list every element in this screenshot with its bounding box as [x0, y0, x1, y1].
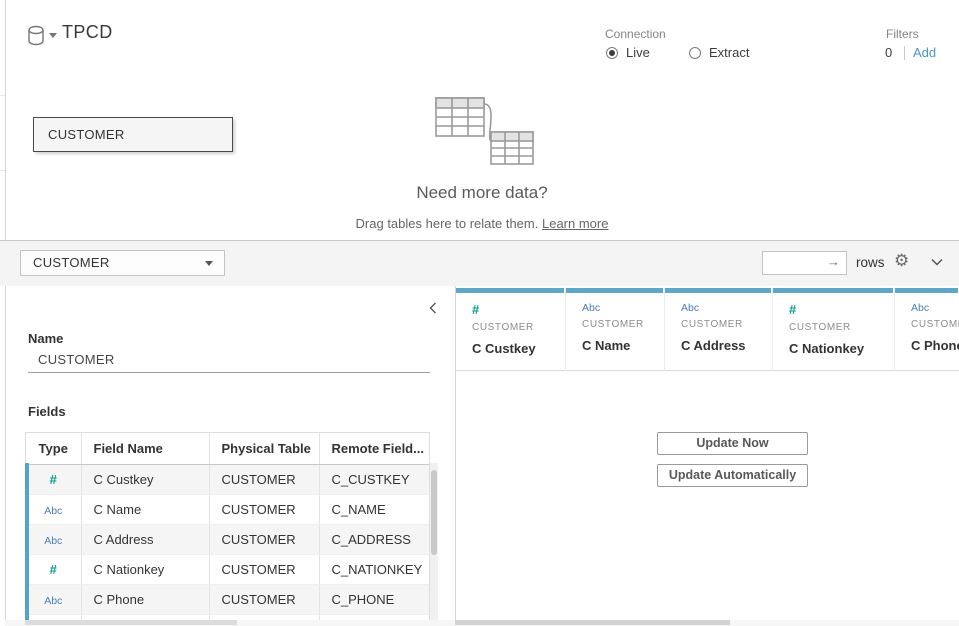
database-icon[interactable] [27, 25, 47, 47]
left-strip-divider [0, 170, 5, 171]
grid-column-header[interactable]: Abc CUSTOMER C Address [665, 288, 773, 371]
string-type-icon: Abc [681, 302, 772, 314]
number-type-icon[interactable]: # [50, 472, 57, 487]
physical-table-cell: CUSTOMER [209, 464, 319, 494]
remote-field-cell: C_CUSTKEY [319, 464, 430, 494]
column-table-name: CUSTOMER [681, 319, 772, 330]
radio-live-label: Live [626, 45, 650, 60]
column-field-name[interactable]: C Name [582, 338, 664, 353]
column-table-name: CUSTOMER [472, 322, 565, 333]
column-accent-bar [456, 288, 564, 293]
physical-table-cell: CUSTOMER [209, 494, 319, 524]
fields-hscrollbar-thumb[interactable] [25, 620, 237, 625]
field-name-cell[interactable]: C Custkey [81, 464, 209, 494]
field-name-cell[interactable]: C Phone [81, 584, 209, 614]
left-strip-divider [0, 95, 5, 96]
column-field-name[interactable]: C Custkey [472, 341, 565, 356]
rows-label: rows [856, 255, 885, 270]
collapse-panel-icon[interactable] [429, 302, 437, 314]
remote-field-cell: C_NATIONKEY [319, 554, 430, 584]
radio-live[interactable]: Live [606, 45, 650, 60]
column-accent-bar [566, 288, 663, 293]
column-accent-bar [773, 288, 893, 293]
remote-field-cell: C_NAME [319, 494, 430, 524]
grid-collapse-chevron-icon[interactable] [930, 258, 944, 266]
table-select-value: CUSTOMER [33, 255, 110, 270]
string-type-icon[interactable]: Abc [44, 505, 62, 517]
physical-table-cell: CUSTOMER [209, 524, 319, 554]
filters-count: 0 [885, 45, 892, 60]
physical-table-cell: CUSTOMER [209, 554, 319, 584]
field-name-cell[interactable]: C Name [81, 494, 209, 524]
table-select-dropdown[interactable]: CUSTOMER [20, 250, 225, 276]
remote-field-cell: C_PHONE [319, 584, 430, 614]
column-field-name[interactable]: C Nationkey [789, 341, 894, 356]
string-type-icon[interactable]: Abc [44, 595, 62, 607]
grid-settings-gear-icon[interactable]: ⚙ [894, 251, 909, 271]
canvas-table-customer[interactable]: CUSTOMER [33, 117, 233, 152]
remote-field-cell: C_ADDRESS [319, 524, 430, 554]
add-filter-link[interactable]: Add [913, 45, 936, 60]
table-row[interactable]: Abc C Address CUSTOMER C_ADDRESS [26, 524, 430, 554]
field-name-cell[interactable]: C Address [81, 524, 209, 554]
learn-more-link[interactable]: Learn more [542, 216, 608, 231]
number-type-icon: # [472, 302, 565, 317]
fields-scrollbar-thumb[interactable] [431, 470, 437, 555]
grid-column-header[interactable]: Abc CUSTOMER C Name [566, 288, 665, 371]
col-header-remote-field[interactable]: Remote Field... [319, 433, 430, 464]
col-header-field-name[interactable]: Field Name [81, 433, 209, 464]
database-menu-caret-icon[interactable] [49, 33, 57, 38]
grid-hscrollbar-thumb[interactable] [455, 620, 730, 625]
string-type-icon: Abc [582, 302, 664, 314]
column-table-name: CUSTOMER [789, 322, 894, 333]
update-now-button[interactable]: Update Now [657, 432, 808, 455]
relate-tables-illustration-icon [428, 92, 548, 168]
column-field-name[interactable]: C Phone [911, 338, 959, 353]
column-accent-bar [665, 288, 771, 293]
table-row[interactable]: # C Nationkey CUSTOMER C_NATIONKEY [26, 554, 430, 584]
filters-divider [904, 46, 905, 60]
number-type-icon: # [789, 302, 894, 317]
update-automatically-button[interactable]: Update Automatically [657, 464, 808, 487]
string-type-icon: Abc [911, 302, 959, 314]
data-grid-header: # CUSTOMER C Custkey Abc CUSTOMER C Name… [456, 288, 959, 371]
datasource-title: TPCD [62, 22, 113, 43]
selected-table-indicator [25, 463, 29, 620]
field-name-cell[interactable]: C Nationkey [81, 554, 209, 584]
fields-label: Fields [28, 404, 66, 419]
left-panel-edge [5, 0, 6, 626]
rows-apply-arrow-icon[interactable]: → [827, 254, 840, 269]
fields-table: Type Field Name Physical Table Remote Fi… [25, 432, 430, 620]
string-type-icon[interactable]: Abc [44, 535, 62, 547]
column-table-name: CUSTOMER [582, 319, 664, 330]
radio-extract[interactable]: Extract [689, 45, 749, 60]
physical-table-cell: CUSTOMER [209, 584, 319, 614]
column-field-name[interactable]: C Address [681, 338, 772, 353]
empty-canvas-hint: Drag tables here to relate them. Learn m… [0, 216, 959, 231]
radio-live-icon[interactable] [606, 47, 618, 59]
name-label: Name [28, 331, 63, 346]
grid-column-header[interactable]: # CUSTOMER C Nationkey [773, 288, 895, 371]
table-name-input[interactable] [28, 346, 430, 373]
radio-extract-label: Extract [709, 45, 749, 60]
filters-label: Filters [886, 27, 919, 41]
col-header-physical-table[interactable]: Physical Table [209, 433, 319, 464]
fields-header-row: Type Field Name Physical Table Remote Fi… [26, 433, 430, 464]
table-row[interactable]: # C Custkey CUSTOMER C_CUSTKEY [26, 464, 430, 494]
connection-label: Connection [605, 27, 666, 41]
table-row[interactable]: Abc C Phone CUSTOMER C_PHONE [26, 584, 430, 614]
grid-column-header[interactable]: # CUSTOMER C Custkey [456, 288, 566, 371]
number-type-icon[interactable]: # [50, 562, 57, 577]
grid-column-header[interactable]: Abc CUSTOMER C Phone [895, 288, 959, 371]
radio-extract-icon[interactable] [689, 47, 701, 59]
col-header-type[interactable]: Type [26, 433, 81, 464]
column-accent-bar [895, 288, 958, 293]
empty-canvas-title: Need more data? [0, 183, 959, 203]
table-row[interactable]: Abc C Name CUSTOMER C_NAME [26, 494, 430, 524]
datasource-page: TPCD Connection Live Extract Filters 0 A… [0, 0, 959, 626]
column-table-name: CUSTOMER [911, 319, 959, 330]
drag-tables-text: Drag tables here to relate them. [356, 216, 539, 231]
dropdown-caret-icon [205, 261, 213, 266]
